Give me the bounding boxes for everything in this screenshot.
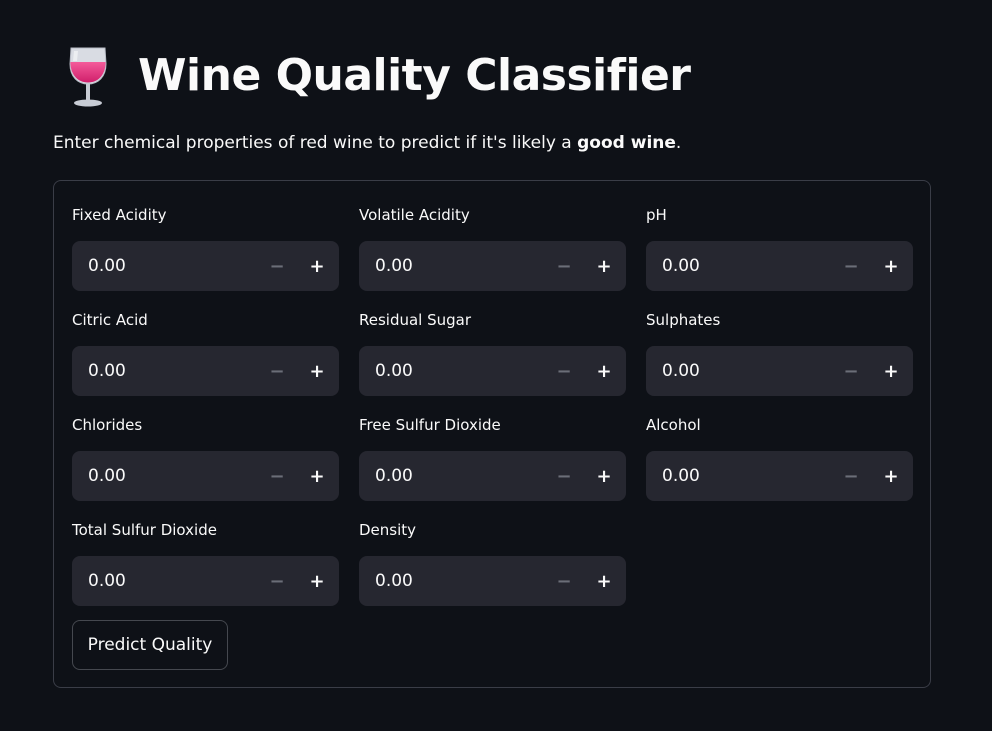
decrement-button[interactable]: − bbox=[544, 451, 584, 501]
residual-sugar-input[interactable] bbox=[359, 360, 544, 382]
subtitle-text: Enter chemical properties of red wine to… bbox=[53, 133, 578, 153]
increment-button[interactable]: + bbox=[871, 346, 911, 396]
field-label: Residual Sugar bbox=[359, 311, 472, 329]
citric-acid-number-input: − + bbox=[72, 346, 339, 396]
field-density: Density − + bbox=[359, 520, 626, 606]
increment-button[interactable]: + bbox=[584, 346, 624, 396]
increment-button[interactable]: + bbox=[871, 241, 911, 291]
wine-glass-icon bbox=[69, 47, 107, 107]
decrement-button[interactable]: − bbox=[257, 556, 297, 606]
increment-button[interactable]: + bbox=[297, 241, 337, 291]
subtitle-suffix: . bbox=[675, 133, 682, 153]
field-fixed-acidity: Fixed Acidity − + bbox=[72, 205, 339, 291]
chlorides-number-input: − + bbox=[72, 451, 339, 501]
field-label: pH bbox=[646, 206, 667, 224]
decrement-button[interactable]: − bbox=[257, 451, 297, 501]
page-subtitle: Enter chemical properties of red wine to… bbox=[53, 132, 681, 154]
citric-acid-input[interactable] bbox=[72, 360, 257, 382]
subtitle-bold-text: good wine bbox=[577, 133, 676, 153]
field-label: Citric Acid bbox=[72, 311, 148, 329]
field-label: Total Sulfur Dioxide bbox=[72, 521, 217, 539]
wine-properties-form: Fixed Acidity − + Volatile Acidity − + p… bbox=[53, 180, 931, 688]
sulphates-input[interactable] bbox=[646, 360, 831, 382]
decrement-button[interactable]: − bbox=[544, 346, 584, 396]
page-title: Wine Quality Classifier bbox=[138, 50, 691, 101]
total-sulfur-dioxide-number-input: − + bbox=[72, 556, 339, 606]
decrement-button[interactable]: − bbox=[831, 346, 871, 396]
increment-button[interactable]: + bbox=[584, 241, 624, 291]
chlorides-input[interactable] bbox=[72, 465, 257, 487]
volatile-acidity-input[interactable] bbox=[359, 255, 544, 277]
increment-button[interactable]: + bbox=[297, 556, 337, 606]
fixed-acidity-number-input: − + bbox=[72, 241, 339, 291]
increment-button[interactable]: + bbox=[871, 451, 911, 501]
predict-quality-button[interactable]: Predict Quality bbox=[72, 620, 228, 670]
density-number-input: − + bbox=[359, 556, 626, 606]
fixed-acidity-input[interactable] bbox=[72, 255, 257, 277]
decrement-button[interactable]: − bbox=[544, 241, 584, 291]
decrement-button[interactable]: − bbox=[257, 241, 297, 291]
increment-button[interactable]: + bbox=[584, 451, 624, 501]
field-ph: pH − + bbox=[646, 205, 913, 291]
field-sulphates: Sulphates − + bbox=[646, 310, 913, 396]
decrement-button[interactable]: − bbox=[257, 346, 297, 396]
decrement-button[interactable]: − bbox=[544, 556, 584, 606]
alcohol-number-input: − + bbox=[646, 451, 913, 501]
field-label: Sulphates bbox=[646, 311, 721, 329]
field-label: Fixed Acidity bbox=[72, 206, 167, 224]
residual-sugar-number-input: − + bbox=[359, 346, 626, 396]
field-volatile-acidity: Volatile Acidity − + bbox=[359, 205, 626, 291]
field-label: Density bbox=[359, 521, 417, 539]
field-label: Volatile Acidity bbox=[359, 206, 470, 224]
alcohol-input[interactable] bbox=[646, 465, 831, 487]
field-alcohol: Alcohol − + bbox=[646, 415, 913, 501]
density-input[interactable] bbox=[359, 570, 544, 592]
decrement-button[interactable]: − bbox=[831, 451, 871, 501]
field-total-sulfur-dioxide: Total Sulfur Dioxide − + bbox=[72, 520, 339, 606]
increment-button[interactable]: + bbox=[297, 451, 337, 501]
field-free-sulfur-dioxide: Free Sulfur Dioxide − + bbox=[359, 415, 626, 501]
field-label: Chlorides bbox=[72, 416, 143, 434]
field-label: Alcohol bbox=[646, 416, 701, 434]
field-citric-acid: Citric Acid − + bbox=[72, 310, 339, 396]
ph-input[interactable] bbox=[646, 255, 831, 277]
free-sulfur-dioxide-input[interactable] bbox=[359, 465, 544, 487]
total-sulfur-dioxide-input[interactable] bbox=[72, 570, 257, 592]
field-residual-sugar: Residual Sugar − + bbox=[359, 310, 626, 396]
field-chlorides: Chlorides − + bbox=[72, 415, 339, 501]
decrement-button[interactable]: − bbox=[831, 241, 871, 291]
ph-number-input: − + bbox=[646, 241, 913, 291]
increment-button[interactable]: + bbox=[297, 346, 337, 396]
title-row: Wine Quality Classifier bbox=[62, 42, 691, 110]
sulphates-number-input: − + bbox=[646, 346, 913, 396]
field-label: Free Sulfur Dioxide bbox=[359, 416, 501, 434]
increment-button[interactable]: + bbox=[584, 556, 624, 606]
volatile-acidity-number-input: − + bbox=[359, 241, 626, 291]
free-sulfur-dioxide-number-input: − + bbox=[359, 451, 626, 501]
app-page: Wine Quality Classifier Enter chemical p… bbox=[0, 0, 992, 731]
